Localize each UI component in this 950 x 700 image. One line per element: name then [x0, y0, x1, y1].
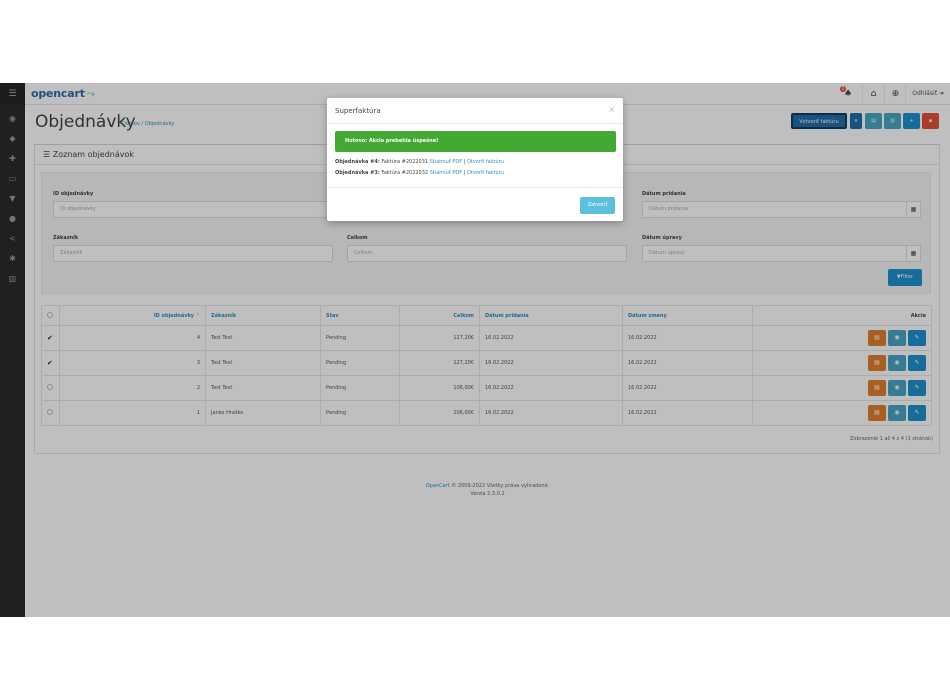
- result-line: Objednávka #3: Faktúra #2022032 Stiahnuť…: [335, 170, 504, 176]
- modal-footer: Zatvoriť: [327, 187, 623, 221]
- result-order-label: Objednávka #4:: [335, 159, 380, 165]
- close-modal-button[interactable]: Zatvoriť: [580, 197, 615, 214]
- download-pdf-link[interactable]: Stiahnuť PDF: [430, 170, 462, 176]
- result-invoice: Faktúra #2022032: [381, 170, 429, 176]
- result-line: Objednávka #4: Faktúra #2022031 Stiahnuť…: [335, 159, 504, 165]
- open-invoice-link[interactable]: Otvoriť faktúru: [467, 170, 504, 176]
- open-invoice-link[interactable]: Otvoriť faktúru: [467, 159, 504, 165]
- result-order-label: Objednávka #3:: [335, 170, 380, 176]
- success-alert: Hotovo: Akcia prebehla úspešne!: [335, 131, 616, 152]
- close-icon[interactable]: ×: [608, 105, 615, 114]
- superfaktura-modal: Superfaktúra × Hotovo: Akcia prebehla ús…: [327, 98, 623, 221]
- result-separator: |: [463, 170, 466, 176]
- download-pdf-link[interactable]: Stiahnuť PDF: [430, 159, 462, 165]
- modal-title: Superfaktúra: [335, 107, 381, 115]
- result-separator: |: [463, 159, 466, 165]
- result-invoice: Faktúra #2022031: [381, 159, 429, 165]
- modal-header: Superfaktúra ×: [327, 98, 623, 124]
